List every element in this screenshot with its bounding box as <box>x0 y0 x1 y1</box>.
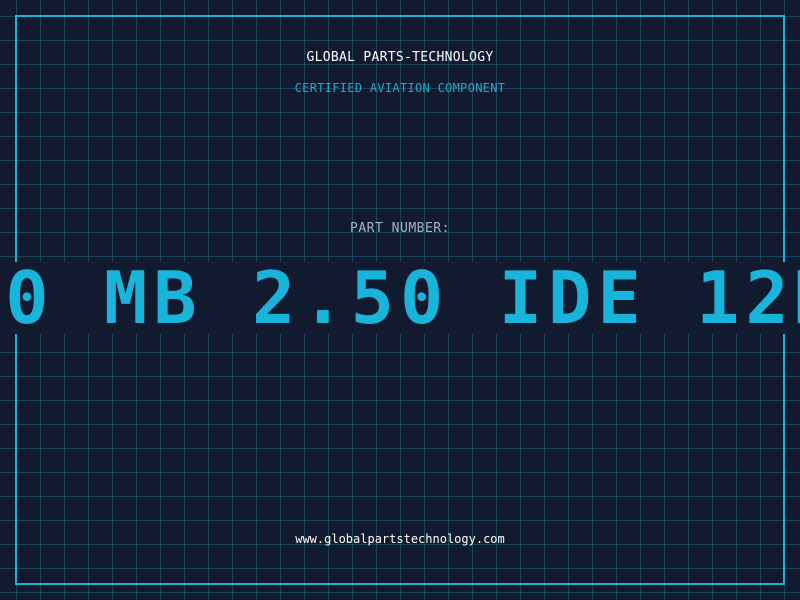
part-number-band: 30 MB 2.50 IDE 12M <box>0 262 800 334</box>
part-number-label: PART NUMBER: <box>350 221 450 236</box>
website-url: www.globalpartstechnology.com <box>295 532 505 546</box>
part-number-value: 30 MB 2.50 IDE 12M <box>0 262 800 334</box>
certification-subtitle: CERTIFIED AVIATION COMPONENT <box>294 81 506 95</box>
brand-title: GLOBAL PARTS-TECHNOLOGY <box>306 50 494 65</box>
